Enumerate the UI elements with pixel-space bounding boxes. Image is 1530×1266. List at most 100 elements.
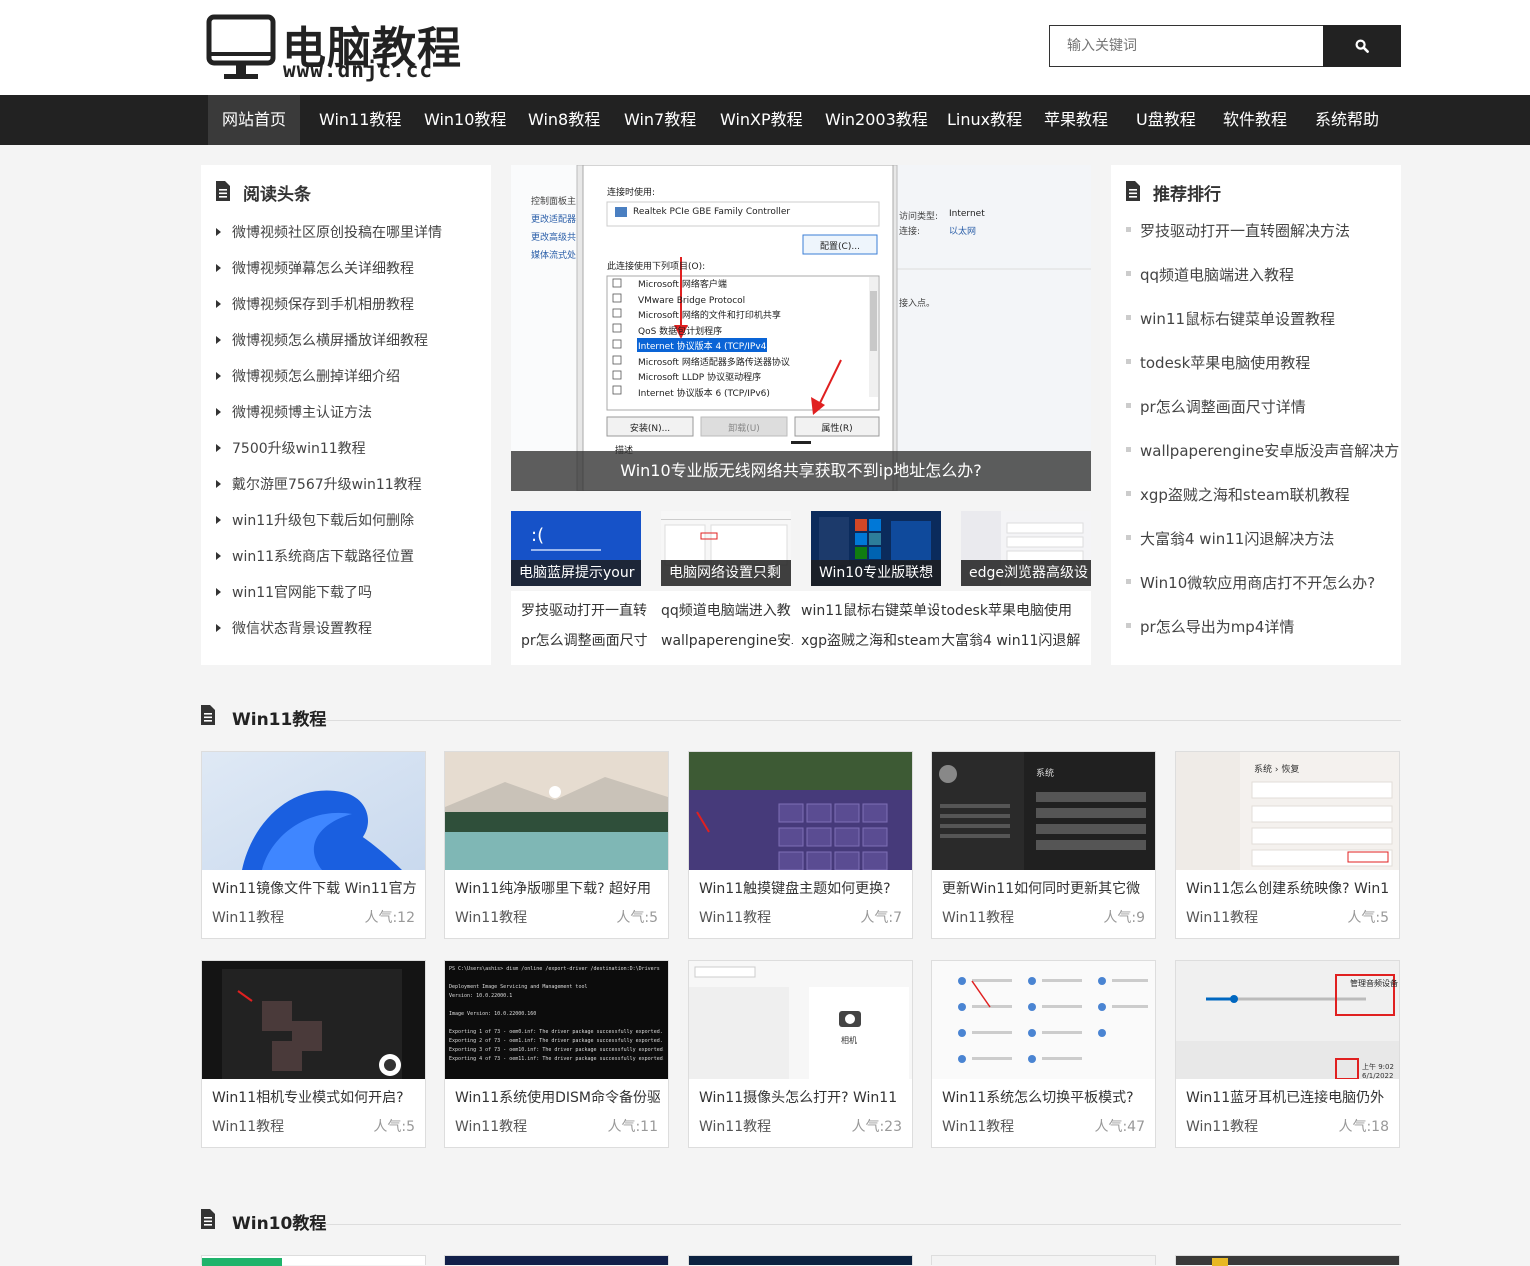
thumb-card[interactable]: 电脑网络设置只剩 [661, 511, 791, 586]
headline-item[interactable]: 微博视频保存到手机相册教程 [232, 294, 414, 314]
card-title[interactable]: Win11摄像头怎么打开? Win11 [699, 1087, 904, 1107]
ranking-item[interactable]: pr怎么调整画面尺寸详情 [1140, 396, 1306, 417]
section-title[interactable]: Win10教程 [232, 1209, 326, 1234]
card-category[interactable]: Win11教程 [699, 907, 771, 927]
slider-caption[interactable]: Win10专业版无线网络共享获取不到ip地址怎么办? [511, 451, 1091, 491]
card-image[interactable]: 相机 [689, 961, 912, 1079]
nav-item-win8[interactable]: Win8教程 [528, 95, 600, 145]
win10-card-partial[interactable] [1175, 1255, 1400, 1266]
card-image[interactable]: PS C:\Users\ashis> dism /online /export-… [445, 961, 668, 1079]
section-divider [325, 720, 1401, 721]
featured-slider[interactable]: 控制面板主 更改适配器 更改高级共 媒体流式处 访问类型: Internet 连… [511, 165, 1091, 491]
dialog-items-label: 此连接使用下列项目(O): [607, 262, 706, 272]
nav-item-usb[interactable]: U盘教程 [1136, 95, 1196, 145]
headline-item[interactable]: 7500升级win11教程 [232, 438, 366, 458]
search-input[interactable] [1049, 25, 1324, 67]
card-category[interactable]: Win11教程 [699, 1116, 771, 1136]
card-image[interactable] [202, 752, 425, 870]
card-title[interactable]: 更新Win11如何同时更新其它微 [942, 878, 1147, 898]
card-category[interactable]: Win11教程 [455, 1116, 527, 1136]
card-category[interactable]: Win11教程 [1186, 907, 1258, 927]
thumb-card[interactable]: :( 电脑蓝屏提示your [511, 511, 641, 586]
card-title[interactable]: Win11纯净版哪里下载? 超好用 [455, 878, 660, 898]
slider-link[interactable]: qq频道电脑端进入教 [661, 600, 793, 620]
ranking-item[interactable]: pr怎么导出为mp4详情 [1140, 616, 1294, 637]
card-category[interactable]: Win11教程 [942, 1116, 1014, 1136]
card-title[interactable]: Win11系统使用DISM命令备份驱 [455, 1087, 660, 1107]
ranking-item[interactable]: Win10微软应用商店打不开怎么办? [1140, 572, 1375, 593]
card-title[interactable]: Win11触摸键盘主题如何更换? [699, 878, 904, 898]
win10-card-partial[interactable] [688, 1255, 913, 1265]
nav-item-win2003[interactable]: Win2003教程 [825, 95, 928, 145]
card-title[interactable]: Win11相机专业模式如何开启? [212, 1087, 417, 1107]
ranking-item[interactable]: todesk苹果电脑使用教程 [1140, 352, 1310, 373]
nav-item-win7[interactable]: Win7教程 [624, 95, 696, 145]
headline-item[interactable]: 戴尔游匣7567升级win11教程 [232, 474, 422, 494]
article-card[interactable]: Win11相机专业模式如何开启? Win11教程 人气:5 [201, 960, 426, 1148]
slider-link[interactable]: wallpaperengine安卓 [661, 630, 793, 650]
headline-item[interactable]: win11系统商店下载路径位置 [232, 546, 414, 566]
nav-item-win11[interactable]: Win11教程 [319, 95, 401, 145]
card-category[interactable]: Win11教程 [455, 907, 527, 927]
slider-link[interactable]: xgp盗贼之海和steam [801, 630, 939, 650]
search-button[interactable] [1323, 25, 1401, 67]
card-title[interactable]: Win11蓝牙耳机已连接电脑仍外 [1186, 1087, 1391, 1107]
headline-item[interactable]: win11升级包下载后如何删除 [232, 510, 414, 530]
ranking-item[interactable]: 大富翁4 win11闪退解决方法 [1140, 528, 1334, 549]
nav-item-apple[interactable]: 苹果教程 [1044, 95, 1108, 145]
card-category[interactable]: Win11教程 [212, 907, 284, 927]
site-logo[interactable]: 电脑教程 www.dnjc.cc [206, 14, 466, 84]
win10-card-partial[interactable] [931, 1255, 1156, 1265]
nav-item-software[interactable]: 软件教程 [1223, 95, 1287, 145]
card-category[interactable]: Win11教程 [1186, 1116, 1258, 1136]
card-image[interactable] [445, 752, 668, 870]
article-card[interactable]: 系统 更新Win11如何同时更新其它微 Win11教程 人气:9 [931, 751, 1156, 939]
nav-item-winxp[interactable]: WinXP教程 [720, 95, 803, 145]
headline-item[interactable]: 微信状态背景设置教程 [232, 618, 372, 638]
card-title[interactable]: Win11镜像文件下载 Win11官方 [212, 878, 417, 898]
headline-item[interactable]: 微博视频社区原创投稿在哪里详情 [232, 222, 442, 242]
headline-item[interactable]: 微博视频弹幕怎么关详细教程 [232, 258, 414, 278]
headline-item[interactable]: 微博视频怎么删掉详细介绍 [232, 366, 400, 386]
nav-item-home[interactable]: 网站首页 [208, 95, 300, 145]
headline-item[interactable]: win11官网能下载了吗 [232, 582, 372, 602]
headline-item[interactable]: 微博视频怎么横屏播放详细教程 [232, 330, 428, 350]
card-title[interactable]: Win11怎么创建系统映像? Win1 [1186, 878, 1391, 898]
article-card[interactable]: 相机 Win11摄像头怎么打开? Win11 Win11教程 人气:23 [688, 960, 913, 1148]
article-card[interactable]: Win11系统怎么切换平板模式? Win11教程 人气:47 [931, 960, 1156, 1148]
headline-item[interactable]: 微博视频博主认证方法 [232, 402, 372, 422]
article-card[interactable]: PS C:\Users\ashis> dism /online /export-… [444, 960, 669, 1148]
slider-link[interactable]: win11鼠标右键菜单设 [801, 600, 939, 620]
card-image[interactable]: 系统 [932, 752, 1155, 870]
card-title[interactable]: Win11系统怎么切换平板模式? [942, 1087, 1147, 1107]
card-category[interactable]: Win11教程 [212, 1116, 284, 1136]
card-image[interactable] [932, 961, 1155, 1079]
article-card[interactable]: Win11纯净版哪里下载? 超好用 Win11教程 人气:5 [444, 751, 669, 939]
article-card[interactable]: Win11触摸键盘主题如何更换? Win11教程 人气:7 [688, 751, 913, 939]
article-card[interactable]: Win11镜像文件下载 Win11官方 Win11教程 人气:12 [201, 751, 426, 939]
card-image[interactable]: 管理音频设备 上午 9:02 6/1/2022 [1176, 961, 1399, 1079]
article-card[interactable]: 管理音频设备 上午 9:02 6/1/2022 Win11蓝牙耳机已连接电脑仍外 Win… [1175, 960, 1400, 1148]
ranking-item[interactable]: win11鼠标右键菜单设置教程 [1140, 308, 1335, 329]
section-title[interactable]: Win11教程 [232, 705, 326, 730]
thumb-card[interactable]: Win10专业版联想 [811, 511, 941, 586]
ranking-item[interactable]: xgp盗贼之海和steam联机教程 [1140, 484, 1350, 505]
card-image[interactable] [202, 961, 425, 1079]
win10-card-partial[interactable] [444, 1255, 669, 1265]
ranking-item[interactable]: qq频道电脑端进入教程 [1140, 264, 1294, 285]
slider-link[interactable]: pr怎么调整画面尺寸 [521, 630, 653, 650]
nav-item-help[interactable]: 系统帮助 [1315, 95, 1379, 145]
card-category[interactable]: Win11教程 [942, 907, 1014, 927]
slider-link[interactable]: 大富翁4 win11闪退解 [941, 630, 1081, 650]
slider-link[interactable]: 罗技驱动打开一直转 [521, 600, 653, 620]
nav-item-linux[interactable]: Linux教程 [947, 95, 1022, 145]
win10-card-partial[interactable] [201, 1255, 426, 1266]
slider-link[interactable]: todesk苹果电脑使用 [941, 600, 1081, 620]
ranking-item[interactable]: wallpaperengine安卓版没声音解决方 [1140, 440, 1399, 461]
thumb-card[interactable]: edge浏览器高级设 [961, 511, 1091, 586]
card-image[interactable] [689, 752, 912, 870]
card-image[interactable]: 系统 › 恢复 [1176, 752, 1399, 870]
article-card[interactable]: 系统 › 恢复 Win11怎么创建系统映像? Win1 Win11教程 人气:5 [1175, 751, 1400, 939]
ranking-item[interactable]: 罗技驱动打开一直转圈解决方法 [1140, 220, 1350, 241]
nav-item-win10[interactable]: Win10教程 [424, 95, 506, 145]
